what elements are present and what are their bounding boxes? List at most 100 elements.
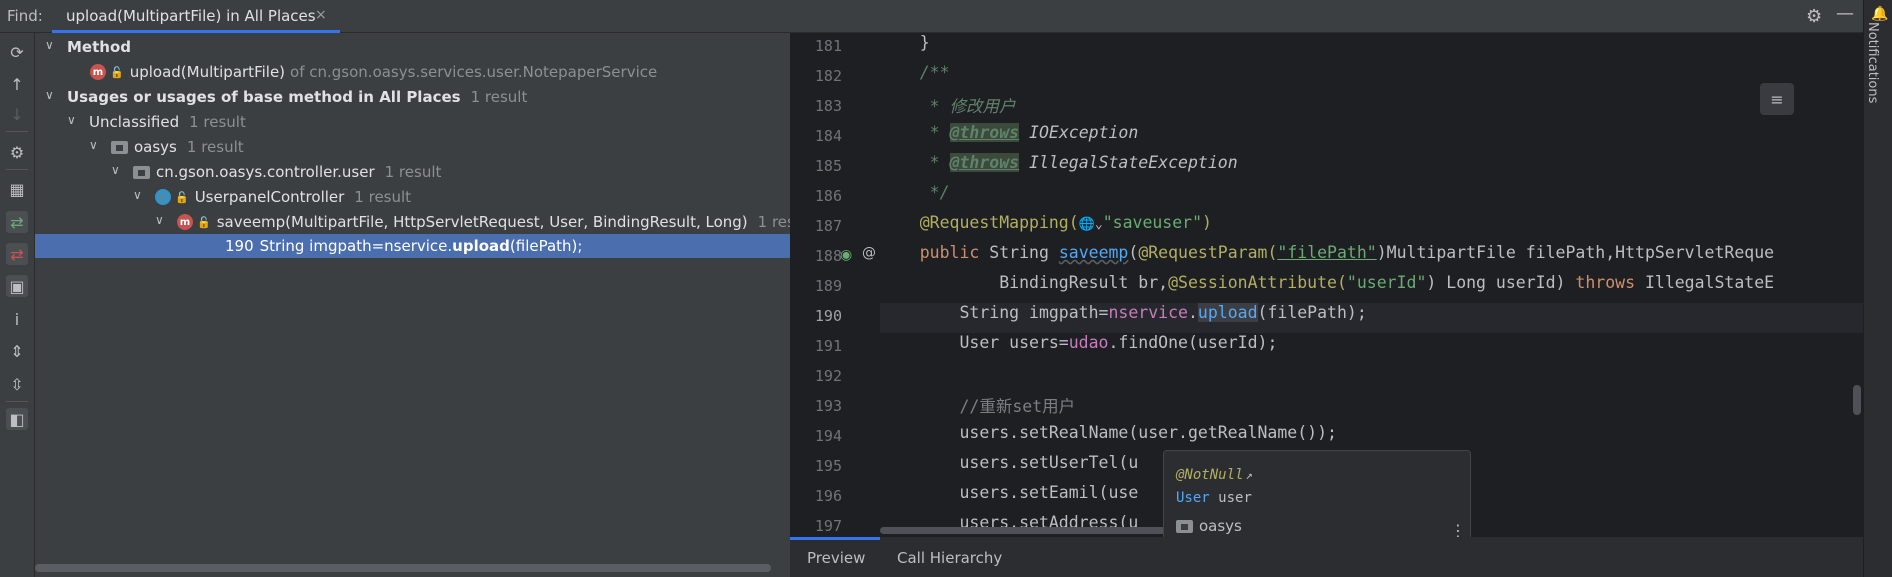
find-toolbar: ⟳ ↑ ↓ ⚙ ▦ ⇄ ⇄ ▣ ⅰ ⇕ ⇳ ◧ (0, 33, 35, 577)
method-usage-label: saveemp(MultipartFile, HttpServletReques… (216, 213, 748, 231)
gear-icon[interactable]: ⚙ (1806, 6, 1822, 27)
close-icon[interactable]: × (315, 7, 327, 23)
method-owner: of cn.gson.oasys.services.user.Notepaper… (290, 63, 658, 81)
code-line-184: * @throws IOException (880, 123, 1139, 142)
code-line-182: /** (880, 63, 950, 82)
popup-annotation: @NotNull (1176, 467, 1244, 483)
collapse-all-icon[interactable]: ⇳ (6, 373, 28, 395)
line-number: 187 (814, 217, 842, 235)
tree-row-usages[interactable]: ∨ Usages or usages of base method in All… (35, 85, 790, 109)
usages-label: Usages or usages of base method in All P… (67, 88, 461, 106)
line-number: 183 (814, 97, 842, 115)
tree-row-module[interactable]: ∨ oasys 1 result (35, 135, 790, 159)
endpoint-icon[interactable]: ◉ (840, 247, 852, 263)
tree-row-usage-line[interactable]: 190 String imgpath=nservice. upload (fil… (35, 234, 790, 258)
module-count: 1 result (186, 138, 244, 156)
find-toolwindow-header: Find: upload(MultipartFile) in All Place… (0, 0, 1892, 33)
method-icon: m (177, 214, 193, 230)
toolbar-divider (6, 169, 28, 170)
preview-tabs: Preview Call Hierarchy (790, 537, 1863, 577)
line-number: 182 (814, 67, 842, 85)
tree-horizontal-scrollbar[interactable] (35, 564, 771, 572)
tab-title[interactable]: upload(MultipartFile) in All Places (66, 7, 316, 25)
usage-line-post: (filePath); (509, 237, 583, 255)
arrow-up-icon[interactable]: ↑ (6, 73, 28, 95)
annotation-icon[interactable]: @ (862, 245, 876, 261)
code-line-185: * @throws IllegalStateException (880, 153, 1238, 172)
bell-icon[interactable]: 🔔 (1871, 6, 1888, 22)
class-label: UserpanelController (194, 188, 345, 206)
lock-icon: 🔓 (175, 190, 189, 204)
line-number: 189 (814, 277, 842, 295)
toolbar-divider (6, 401, 28, 402)
editor-vertical-scrollbar[interactable] (1853, 385, 1861, 415)
tab-find-results[interactable]: upload(MultipartFile) in All Places × (52, 0, 340, 33)
usage-line-match: upload (452, 237, 510, 255)
tree-row-method-usage[interactable]: ∨ m 🔓 saveemp(MultipartFile, HttpServlet… (35, 210, 804, 234)
popup-type[interactable]: User (1176, 490, 1210, 506)
chevron-down-icon[interactable]: ∨ (133, 188, 142, 202)
tree-row-method[interactable]: m 🔓 upload(MultipartFile) of cn.gson.oas… (35, 60, 790, 84)
editor-horizontal-scrollbar[interactable] (880, 527, 1180, 534)
line-number: 184 (814, 127, 842, 145)
code-line-181: } (880, 33, 930, 52)
settings-icon[interactable]: ⚙ (6, 141, 28, 163)
preview-toggle-icon[interactable]: ◧ (6, 408, 28, 430)
external-link-icon[interactable]: ↗ (1245, 468, 1252, 482)
tab-underline (790, 537, 880, 540)
class-count: 1 result (354, 188, 412, 206)
usages-tree: ∨ Method m 🔓 upload(MultipartFile) of cn… (35, 33, 804, 577)
notifications-label[interactable]: Notifications (1865, 22, 1880, 103)
method-icon: m (90, 64, 106, 80)
code-line-191: User users=udao.findOne(userId); (880, 333, 1278, 352)
usages-count: 1 result (470, 88, 528, 106)
package-count: 1 result (384, 163, 442, 181)
chevron-down-icon[interactable]: ∨ (155, 213, 164, 227)
package-folder-icon (133, 165, 150, 179)
folder-filter-icon[interactable]: ▣ (6, 275, 28, 297)
line-number: 185 (814, 157, 842, 175)
tree-row-method-header[interactable]: ∨ Method (35, 35, 790, 59)
arrow-down-icon[interactable]: ↓ (6, 103, 28, 125)
line-number: 181 (814, 37, 842, 55)
line-number: 195 (814, 457, 842, 475)
module-label: oasys (134, 138, 177, 156)
tab-call-hierarchy[interactable]: Call Hierarchy (897, 549, 1002, 567)
group-icon[interactable]: ▦ (6, 178, 28, 200)
write-access-icon[interactable]: ⇄ (6, 243, 28, 265)
code-line-187: @RequestMapping(🌐⌄"saveuser") (880, 213, 1212, 232)
line-number: 193 (814, 397, 842, 415)
chevron-down-icon[interactable]: ∨ (67, 113, 76, 127)
module-folder-icon (111, 140, 128, 154)
chevron-down-icon[interactable]: ∨ (89, 138, 98, 152)
tree-row-package[interactable]: ∨ cn.gson.oasys.controller.user 1 result (35, 160, 790, 184)
chevron-down-icon[interactable]: ∨ (45, 88, 54, 102)
right-tool-strip: 🔔 Notifications (1863, 0, 1892, 577)
code-line-186: */ (880, 183, 950, 202)
line-number: 196 (814, 487, 842, 505)
code-line-194: users.setRealName(user.getRealName()); (880, 423, 1337, 442)
find-label: Find: (7, 7, 43, 25)
chevron-down-icon[interactable]: ∨ (111, 163, 120, 177)
line-number: 194 (814, 427, 842, 445)
line-number: 192 (814, 367, 842, 385)
tree-row-class[interactable]: ∨ c 🔓 UserpanelController 1 result (35, 185, 790, 209)
info-icon[interactable]: ⅰ (6, 308, 28, 330)
expand-all-icon[interactable]: ⇕ (6, 340, 28, 362)
code-line-193: //重新set用户 (880, 397, 1076, 416)
line-number: 186 (814, 187, 842, 205)
method-label: Method (67, 38, 131, 56)
method-name: upload(MultipartFile) (129, 63, 286, 81)
minimize-icon[interactable]: — (1836, 3, 1854, 24)
line-number: 197 (814, 517, 842, 535)
lock-icon: 🔓 (197, 215, 211, 229)
unclassified-label: Unclassified (89, 113, 180, 131)
chevron-down-icon[interactable]: ∨ (45, 38, 54, 52)
code-line-189: BindingResult br,@SessionAttribute("user… (880, 273, 1775, 292)
rerun-icon[interactable]: ⟳ (6, 41, 28, 63)
tree-row-unclassified[interactable]: ∨ Unclassified 1 result (35, 110, 790, 134)
soft-wrap-icon[interactable]: ≡ (1760, 83, 1794, 115)
read-access-icon[interactable]: ⇄ (6, 211, 28, 233)
tab-preview[interactable]: Preview (807, 549, 865, 567)
